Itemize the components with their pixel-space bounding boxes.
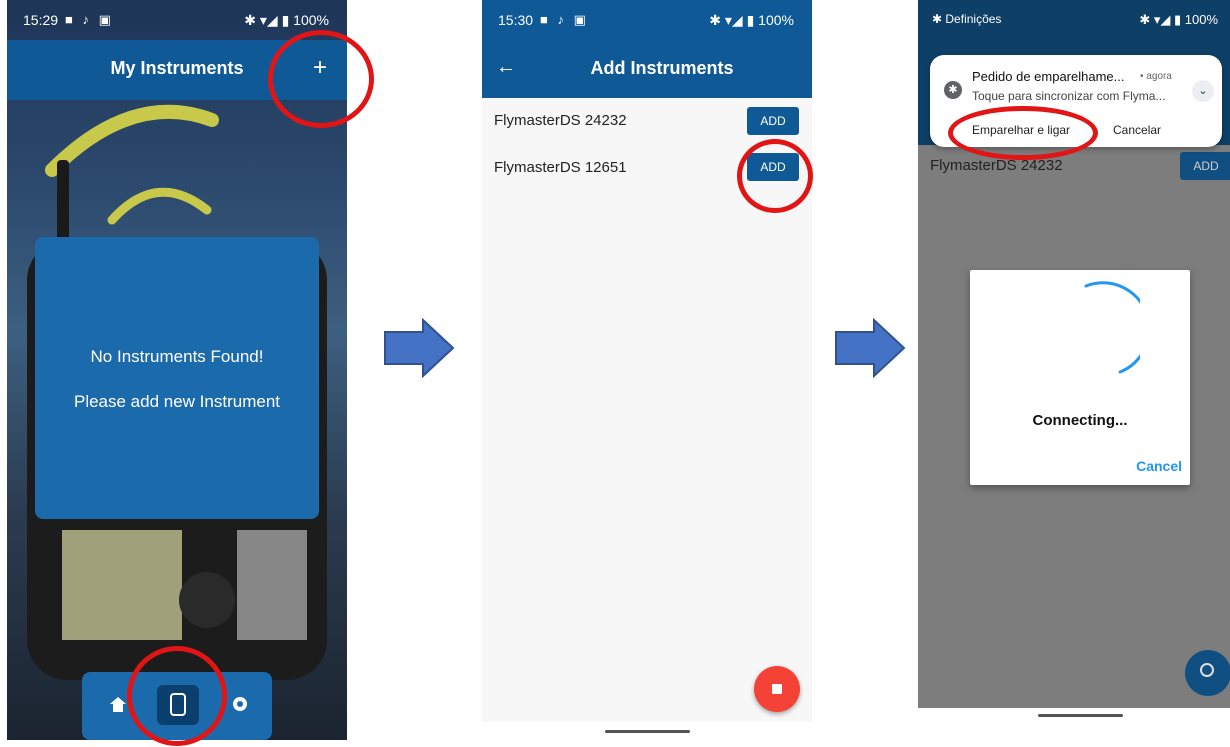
stop-icon	[772, 684, 782, 694]
flow-arrow-2	[835, 318, 906, 378]
connecting-dialog: Connecting... Cancel	[970, 270, 1190, 485]
status-bar: 15:30 ■ ♪ ▣ ✱ ▾◢ ▮ 100%	[482, 0, 812, 40]
status-notification-icons: ■ ♪ ▣	[540, 12, 589, 27]
loading-spinner-icon	[1084, 281, 1140, 374]
no-instruments-dialog: No Instruments Found! Please add new Ins…	[35, 237, 319, 519]
status-bar: ✱ Definições ✱ ▾◢ ▮ 100%	[918, 0, 1230, 55]
status-settings-label: ✱ Definições	[932, 12, 1002, 26]
screen-add-instruments: 15:30 ■ ♪ ▣ ✱ ▾◢ ▮ 100% ← Add Instrument…	[482, 0, 812, 722]
device-name: FlymasterDS 12651	[494, 159, 627, 176]
paraglider-wing-1	[45, 104, 219, 177]
status-system-icons: ✱ ▾◢ ▮ 100%	[709, 12, 794, 28]
device-dpad	[179, 572, 235, 628]
search-button[interactable]	[1185, 650, 1230, 696]
paraglider-wing-2	[107, 187, 212, 225]
cancel-button[interactable]: Cancel	[1136, 458, 1182, 474]
screen-my-instruments: 15:29 ■ ♪ ▣ ✱ ▾◢ ▮ 100% My Instruments +…	[7, 0, 347, 740]
nav-home-icon[interactable]	[108, 694, 128, 714]
gesture-bar	[1038, 714, 1123, 717]
expand-chevron-icon[interactable]: ⌄	[1192, 80, 1214, 102]
device-screen-left	[62, 530, 182, 640]
nav-settings-icon[interactable]	[230, 694, 250, 714]
nav-instruments-icon[interactable]	[157, 685, 199, 725]
flow-arrow-1	[384, 318, 455, 378]
status-system-icons: ✱ ▾◢ ▮ 100%	[1139, 12, 1218, 27]
screen-pairing: ✱ Definições ✱ ▾◢ ▮ 100% FlymasterDS 242…	[918, 0, 1230, 708]
status-bar: 15:29 ■ ♪ ▣ ✱ ▾◢ ▮ 100%	[7, 0, 347, 40]
device-name: FlymasterDS 24232	[494, 112, 627, 129]
connecting-message: Connecting...	[1032, 412, 1128, 429]
cancel-pairing-button[interactable]: Cancelar	[1113, 123, 1161, 137]
add-device-button[interactable]: ADD	[747, 107, 799, 135]
notification-title: Pedido de emparelhame...	[972, 69, 1125, 84]
status-system-icons: ✱ ▾◢ ▮ 100%	[244, 12, 329, 28]
status-time: 15:29	[23, 12, 59, 28]
add-device-button[interactable]: ADD	[747, 153, 799, 181]
app-bar: ← Add Instruments	[482, 40, 812, 98]
status-time: 15:30	[498, 12, 534, 28]
status-notification-icons: ■ ♪ ▣	[65, 12, 114, 27]
notification-text: Toque para sincronizar com Flyma...	[972, 89, 1166, 103]
add-instrument-button[interactable]: +	[313, 54, 327, 82]
bottom-navigation	[82, 672, 272, 740]
pairing-notification[interactable]: ✱ Pedido de emparelhame... • agora Toque…	[930, 55, 1222, 147]
bluetooth-icon: ✱	[944, 81, 962, 99]
no-instruments-message: No Instruments Found!	[90, 347, 264, 366]
add-instrument-hint: Please add new Instrument	[73, 392, 280, 411]
stop-scan-button[interactable]	[754, 666, 800, 712]
app-bar: My Instruments +	[7, 40, 347, 100]
page-title: My Instruments	[110, 58, 244, 78]
search-icon	[1200, 663, 1214, 677]
pair-and-connect-button[interactable]: Emparelhar e ligar	[972, 123, 1070, 137]
gesture-bar	[605, 730, 690, 733]
background-add-button: ADD	[1180, 152, 1230, 180]
notification-time: • agora	[1140, 71, 1172, 82]
device-screen-right	[237, 530, 307, 640]
page-title: Add Instruments	[590, 58, 734, 78]
background-device-name: FlymasterDS 24232	[930, 157, 1063, 174]
